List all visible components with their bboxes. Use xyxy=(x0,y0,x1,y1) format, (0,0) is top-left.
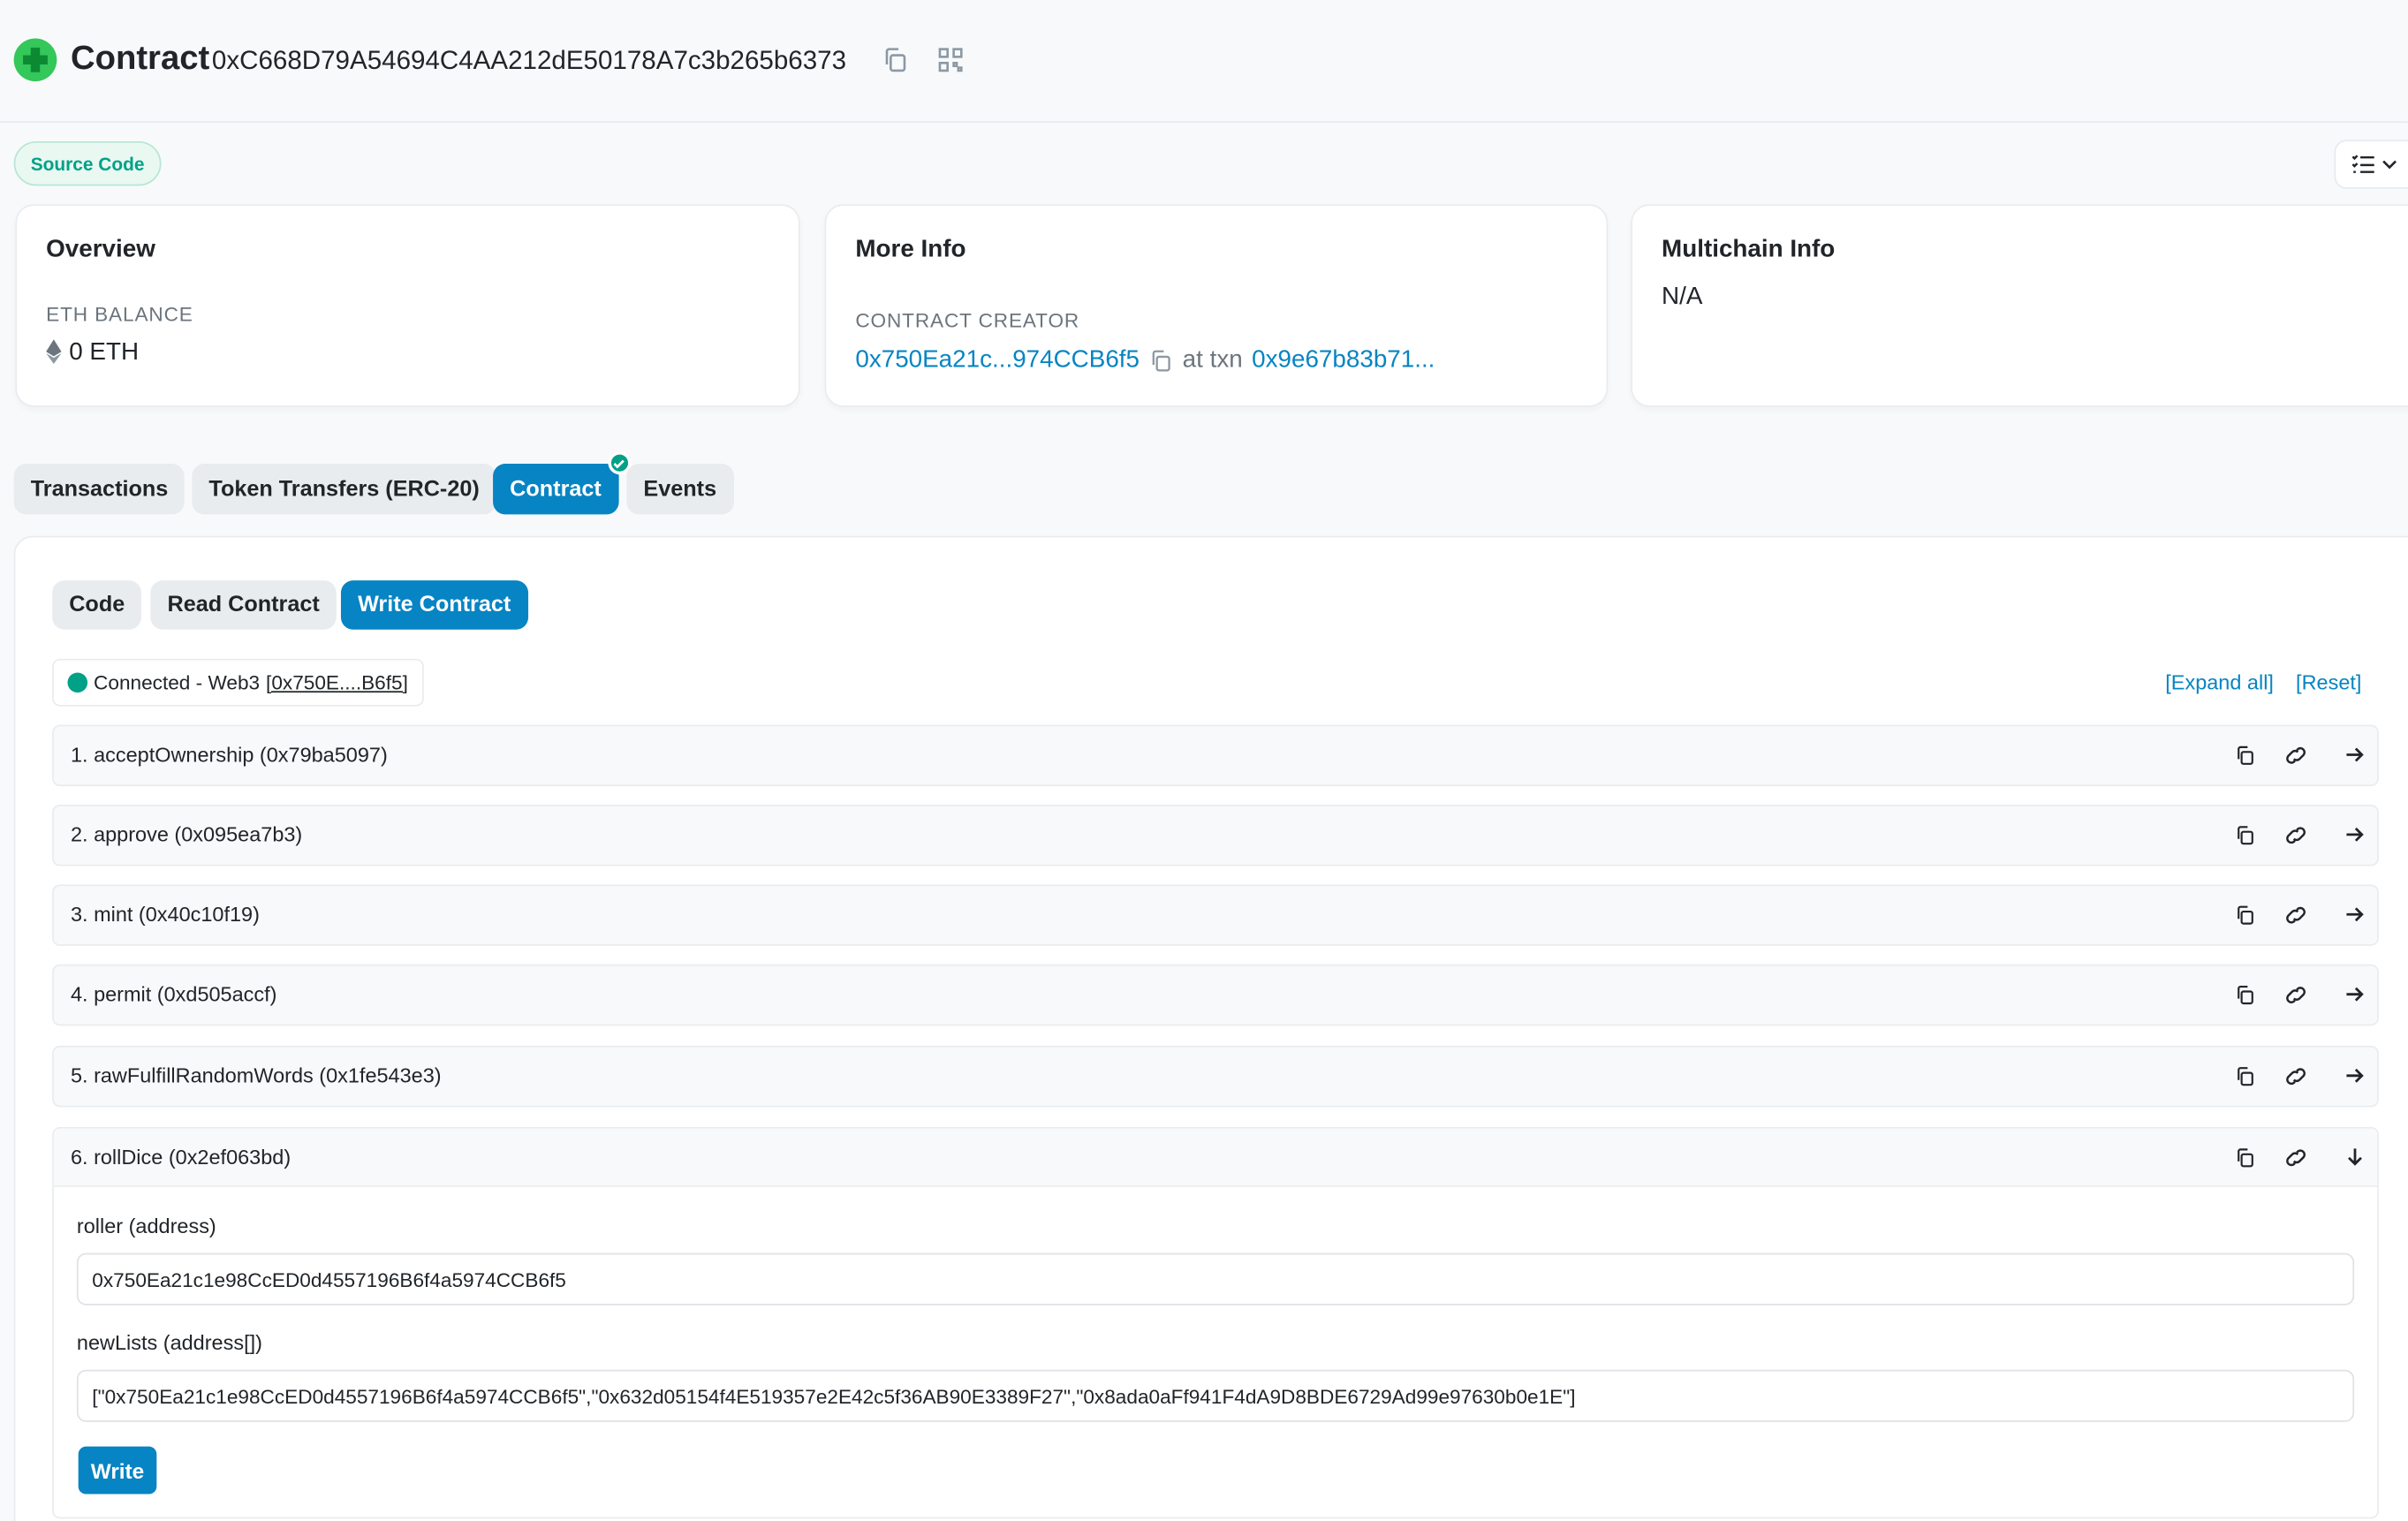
tab-contract-label: Contract xyxy=(510,476,602,502)
function-label: 2. approve (0x095ea7b3) xyxy=(70,822,303,846)
tab-contract[interactable]: Contract xyxy=(493,451,631,515)
overview-title: Overview xyxy=(46,236,155,263)
copy-icon[interactable] xyxy=(2235,984,2258,1007)
page-title: Contract xyxy=(70,38,210,77)
function-row[interactable]: 4. permit (0xd505accf) xyxy=(52,964,2379,1026)
arrow-down-icon[interactable] xyxy=(2345,1147,2368,1170)
expand-all-link[interactable]: [Expand all] xyxy=(2165,671,2274,694)
tab-transactions[interactable]: Transactions xyxy=(13,464,186,515)
qr-code-icon[interactable] xyxy=(936,46,964,73)
copy-icon[interactable] xyxy=(1148,349,1173,374)
link-icon[interactable] xyxy=(2283,745,2306,768)
copy-icon[interactable] xyxy=(2235,1066,2258,1089)
contract-creator-label: CONTRACT CREATOR xyxy=(855,308,1080,332)
contract-avatar-icon xyxy=(13,38,57,82)
function-row-header[interactable]: 6. rollDice (0x2ef063bd) xyxy=(53,1128,2378,1187)
connected-dot-icon xyxy=(67,672,88,693)
connection-status-text: Connected - Web3 xyxy=(94,670,261,694)
multichain-card: Multichain Info N/A xyxy=(1631,204,2408,407)
newlists-field-label: newLists (address[]) xyxy=(76,1331,262,1355)
eth-icon xyxy=(46,339,62,372)
reset-link[interactable]: [Reset] xyxy=(2296,671,2361,694)
arrow-right-icon[interactable] xyxy=(2345,825,2368,848)
roller-field-label: roller (address) xyxy=(76,1215,216,1238)
page-frame: Contract 0xC668D79A54694C4AA212dE50178A7… xyxy=(0,0,2408,1521)
at-txn-label: at txn xyxy=(1182,346,1243,374)
arrow-right-icon[interactable] xyxy=(2345,1066,2368,1089)
copy-icon[interactable] xyxy=(2235,904,2258,927)
chevron-down-icon xyxy=(2382,160,2397,170)
tab-token-transfers[interactable]: Token Transfers (ERC-20) xyxy=(192,464,496,515)
arrow-right-icon[interactable] xyxy=(2345,984,2368,1007)
link-icon[interactable] xyxy=(2283,825,2306,848)
page-header: Contract 0xC668D79A54694C4AA212dE50178A7… xyxy=(0,0,2408,124)
function-row[interactable]: 1. acceptOwnership (0x79ba5097) xyxy=(52,724,2379,787)
creator-address-link[interactable]: 0x750Ea21c...974CCB6f5 xyxy=(855,347,1140,375)
link-icon[interactable] xyxy=(2283,984,2306,1007)
function-label: 3. mint (0x40c10f19) xyxy=(70,903,260,927)
contract-creator-row: 0x750Ea21c...974CCB6f5 at txn 0x9e67b83b… xyxy=(855,347,1435,375)
copy-icon[interactable] xyxy=(2235,1147,2258,1170)
tab-events[interactable]: Events xyxy=(626,464,734,515)
function-label: 1. acceptOwnership (0x79ba5097) xyxy=(70,743,388,767)
subtab-write-contract[interactable]: Write Contract xyxy=(340,580,528,630)
subtab-code[interactable]: Code xyxy=(52,580,142,630)
wallet-connection-status[interactable]: Connected - Web3 [0x750E....B6f5] xyxy=(52,658,424,707)
arrow-right-icon[interactable] xyxy=(2345,904,2368,927)
copy-icon[interactable] xyxy=(2235,745,2258,768)
write-button[interactable]: Write xyxy=(78,1446,157,1495)
link-icon[interactable] xyxy=(2283,904,2306,927)
roller-address-input[interactable] xyxy=(76,1252,2355,1305)
function-row[interactable]: 2. approve (0x095ea7b3) xyxy=(52,804,2379,866)
contract-address: 0xC668D79A54694C4AA212dE50178A7c3b265b63… xyxy=(211,46,847,76)
eth-balance-label: ETH BALANCE xyxy=(46,302,193,326)
multichain-title: Multichain Info xyxy=(1662,236,1836,263)
eth-balance-value: 0 ETH xyxy=(69,339,140,366)
link-icon[interactable] xyxy=(2283,1066,2306,1089)
link-icon[interactable] xyxy=(2283,1147,2306,1170)
more-info-title: More Info xyxy=(855,236,966,263)
function-row[interactable]: 5. rawFulfillRandomWords (0x1fe543e3) xyxy=(52,1045,2379,1108)
copy-icon[interactable] xyxy=(2235,825,2258,848)
list-check-icon xyxy=(2351,155,2374,173)
newlists-address-array-input[interactable] xyxy=(76,1369,2355,1422)
creation-txn-link[interactable]: 0x9e67b83b71... xyxy=(1252,347,1435,375)
arrow-right-icon[interactable] xyxy=(2345,745,2368,768)
function-row-expanded: 6. rollDice (0x2ef063bd) roller (address… xyxy=(52,1127,2379,1519)
copy-icon[interactable] xyxy=(882,46,909,73)
view-options-dropdown[interactable] xyxy=(2334,140,2408,189)
multichain-value: N/A xyxy=(1662,284,1703,311)
function-label: 4. permit (0xd505accf) xyxy=(70,982,277,1006)
connected-address-link[interactable]: [0x750E....B6f5] xyxy=(266,671,408,694)
function-label: 5. rawFulfillRandomWords (0x1fe543e3) xyxy=(70,1063,442,1087)
function-label: 6. rollDice (0x2ef063bd) xyxy=(70,1145,292,1169)
overview-card: Overview ETH BALANCE 0 ETH xyxy=(15,204,800,407)
function-row[interactable]: 3. mint (0x40c10f19) xyxy=(52,884,2379,946)
subtab-read-contract[interactable]: Read Contract xyxy=(150,580,337,630)
more-info-card: More Info CONTRACT CREATOR 0x750Ea21c...… xyxy=(824,204,1609,407)
source-code-badge[interactable]: Source Code xyxy=(13,140,162,186)
